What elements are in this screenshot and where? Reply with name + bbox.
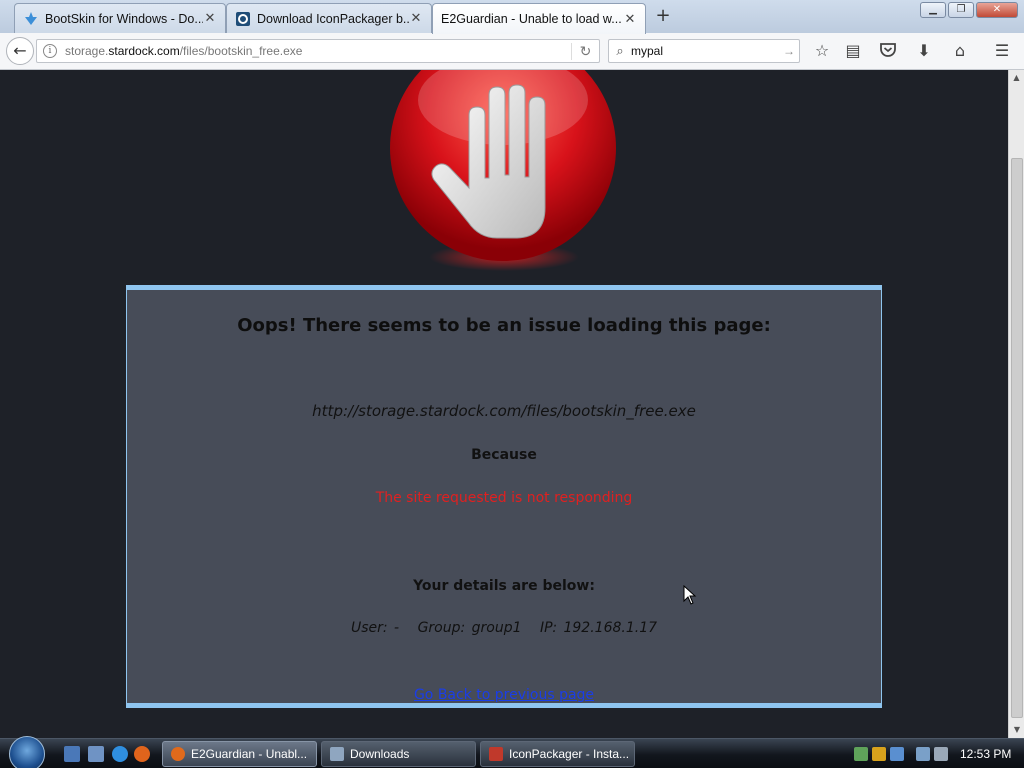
scrollbar-thumb[interactable]: [1011, 158, 1023, 718]
info-icon[interactable]: i: [43, 44, 57, 58]
pocket-icon[interactable]: [877, 41, 899, 61]
group-value: Group: group1: [417, 620, 522, 636]
taskbar-button-downloads[interactable]: Downloads: [321, 741, 476, 767]
search-go-icon[interactable]: →: [779, 44, 799, 58]
close-tab-icon[interactable]: ✕: [203, 11, 217, 26]
navigation-toolbar: ← i storage.stardock.com/files/bootskin_…: [0, 33, 1024, 70]
tray-app-icon[interactable]: [854, 747, 868, 761]
reload-icon[interactable]: ↻: [571, 42, 599, 60]
new-tab-button[interactable]: +: [652, 7, 674, 27]
taskbar-button-label: IconPackager - Insta...: [509, 747, 630, 761]
error-reason: The site requested is not responding: [375, 490, 633, 506]
menu-icon[interactable]: ☰: [991, 41, 1013, 61]
scroll-up-arrow[interactable]: ▲: [1009, 70, 1024, 86]
iconpackager-icon: [236, 11, 250, 26]
minimize-button[interactable]: ▁: [920, 2, 946, 18]
because-label: Because: [471, 447, 537, 463]
taskbar-button-iconpackager[interactable]: IconPackager - Insta...: [480, 741, 635, 767]
tab-iconpackager[interactable]: Download IconPackager b... ✕: [226, 3, 432, 33]
firefox-quicklaunch-icon[interactable]: [134, 746, 150, 762]
back-button[interactable]: ←: [6, 37, 34, 65]
tab-label: E2Guardian - Unable to load w...: [441, 12, 622, 26]
internet-explorer-icon[interactable]: [112, 746, 128, 762]
stop-hand-icon: [390, 70, 616, 271]
error-panel: Oops! There seems to be an issue loading…: [126, 285, 882, 708]
page-content: Oops! There seems to be an issue loading…: [0, 70, 1008, 738]
details-heading: Your details are below:: [413, 578, 595, 594]
tab-strip: BootSkin for Windows - Do... ✕ Download …: [0, 0, 1024, 34]
vertical-scrollbar[interactable]: ▲ ▼: [1008, 70, 1024, 738]
clock[interactable]: 12:53 PM: [960, 747, 1011, 761]
stardock-download-icon: [25, 11, 37, 25]
firefox-icon: [171, 747, 185, 761]
close-window-button[interactable]: ✕: [976, 2, 1018, 18]
scroll-down-arrow[interactable]: ▼: [1009, 722, 1024, 738]
search-icon: ⌕: [616, 43, 624, 58]
url-path: /files/bootskin_free.exe: [179, 44, 303, 58]
bookmark-star-icon[interactable]: ☆: [811, 41, 833, 61]
system-tray: 12:53 PM: [854, 742, 1024, 766]
iconpackager-installer-icon: [489, 747, 503, 761]
window-controls: ▁ ❐ ✕: [920, 2, 1018, 18]
tab-bootskin[interactable]: BootSkin for Windows - Do... ✕: [14, 3, 226, 33]
reading-list-icon[interactable]: ▤: [842, 41, 864, 61]
tab-label: Download IconPackager b...: [257, 11, 409, 26]
switch-windows-icon[interactable]: [88, 746, 104, 762]
address-bar[interactable]: i storage.stardock.com/files/bootskin_fr…: [36, 39, 600, 63]
show-desktop-icon[interactable]: [64, 746, 80, 762]
mouse-pointer-icon: [683, 585, 697, 605]
taskbar-button-label: Downloads: [350, 747, 410, 761]
taskbar-button-e2guardian[interactable]: E2Guardian - Unabl...: [162, 741, 317, 767]
security-shield-icon[interactable]: [872, 747, 886, 761]
user-details: User: - Group: group1 IP: 192.168.1.17: [127, 620, 881, 636]
go-back-link[interactable]: Go Back to previous page: [127, 687, 881, 703]
close-tab-icon[interactable]: ✕: [623, 12, 637, 27]
downloads-icon: [330, 747, 344, 761]
page-title: Oops! There seems to be an issue loading…: [237, 315, 771, 336]
blocked-url: http://storage.stardock.com/files/bootsk…: [312, 402, 696, 420]
url-text[interactable]: storage.stardock.com/files/bootskin_free…: [65, 44, 571, 58]
download-icon[interactable]: ⬇: [913, 41, 935, 61]
user-value: User: -: [350, 620, 400, 636]
url-domain: stardock.com: [108, 44, 180, 58]
ip-value: IP: 192.168.1.17: [540, 620, 658, 636]
home-icon[interactable]: ⌂: [949, 41, 971, 61]
tab-e2guardian[interactable]: E2Guardian - Unable to load w... ✕: [432, 3, 646, 34]
volume-muted-icon[interactable]: [934, 747, 948, 761]
tray-app-icon[interactable]: [890, 747, 904, 761]
close-tab-icon[interactable]: ✕: [409, 11, 423, 26]
maximize-button[interactable]: ❐: [948, 2, 974, 18]
tab-label: BootSkin for Windows - Do...: [45, 11, 203, 26]
taskbar-button-label: E2Guardian - Unabl...: [191, 747, 308, 761]
search-input[interactable]: mypal: [631, 44, 779, 58]
search-bar[interactable]: ⌕ mypal →: [608, 39, 800, 63]
start-button[interactable]: [9, 736, 45, 768]
windows-taskbar: E2Guardian - Unabl... Downloads IconPack…: [0, 736, 1024, 768]
network-icon[interactable]: [916, 747, 930, 761]
url-prefix: storage.: [65, 44, 109, 58]
